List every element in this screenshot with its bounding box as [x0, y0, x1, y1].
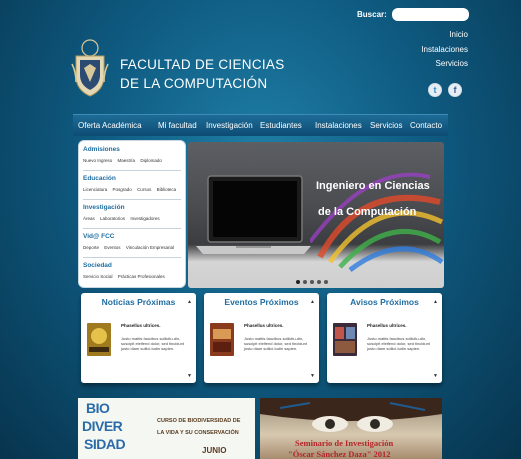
sidebar-link[interactable]: Nuevo Ingreso — [83, 158, 112, 163]
sidebar-link[interactable]: Maestría — [118, 158, 136, 163]
news-card-eventos: Eventos Próximos ▲ Phasellus ultrices. J… — [204, 293, 319, 383]
nav-investigacion[interactable]: Investigación — [206, 121, 253, 130]
sidebar-heading-admisiones[interactable]: Admisiones — [83, 146, 181, 153]
sidebar-heading-investigacion[interactable]: Investigación — [83, 204, 181, 211]
sidebar-heading-sociedad[interactable]: Sociedad — [83, 262, 181, 269]
twitter-icon[interactable]: t — [428, 83, 442, 97]
seminar-title: Seminario de Investigación — [295, 438, 394, 448]
sidebar-links-vida-fcc: Deporte Eventos Vinculación Empresarial — [83, 245, 181, 250]
sidebar-link[interactable]: Investigadores — [130, 216, 159, 221]
nav-servicios[interactable]: Servicios — [370, 121, 402, 130]
sidebar-divider — [83, 257, 181, 258]
slider-pagination — [296, 280, 328, 284]
sidebar-links-investigacion: Áreas Laboratorios Investigadores — [83, 216, 181, 221]
sidebar-link[interactable]: Cursos — [137, 187, 151, 192]
card-heading: Phasellus ultrices. — [121, 323, 161, 328]
sidebar-link[interactable]: Servicio Social — [83, 274, 113, 279]
sidebar-menu: Admisiones Nuevo Ingreso Maestría Diplom… — [78, 140, 186, 288]
featured-slider[interactable]: Ingeniero en Ciencias de la Computación — [188, 142, 444, 288]
slider-caption-line-1: Ingeniero en Ciencias — [316, 180, 430, 192]
arrow-up-icon[interactable]: ▲ — [433, 299, 438, 305]
sidebar-divider — [83, 199, 181, 200]
card-heading: Phasellus ultrices. — [367, 323, 407, 328]
sidebar-divider — [83, 170, 181, 171]
card-text: Justo mattis faucibus sollicitu-din, sus… — [244, 336, 307, 351]
slider-caption-line-2: de la Computación — [318, 206, 417, 218]
main-navbar: Oferta Académica Mi facultad Investigaci… — [73, 114, 448, 136]
sidebar-links-educacion: Licenciatura Posgrado Cursos Biblioteca — [83, 187, 181, 192]
sidebar-link[interactable]: Posgrado — [113, 187, 132, 192]
sidebar-heading-educacion[interactable]: Educación — [83, 175, 181, 182]
slider-dot[interactable] — [303, 280, 307, 284]
sidebar-links-admisiones: Nuevo Ingreso Maestría Diplomado — [83, 158, 181, 163]
bio-course-month: JUNIO — [202, 446, 227, 455]
nav-estudiantes[interactable]: Estudiantes — [260, 121, 302, 130]
sidebar-link[interactable]: Áreas — [83, 216, 95, 221]
card-thumbnail-notice — [333, 323, 357, 356]
slider-dot[interactable] — [317, 280, 321, 284]
card-text: Justo mattis faucibus sollicitu-din, sus… — [367, 336, 430, 351]
nav-instalaciones[interactable]: Instalaciones — [315, 121, 362, 130]
arrow-down-icon[interactable]: ▼ — [433, 373, 438, 379]
faculty-crest-logo[interactable] — [70, 38, 110, 98]
arrow-down-icon[interactable]: ▼ — [187, 373, 192, 379]
seminar-banner[interactable]: Seminario de Investigación "Óscar Sánche… — [260, 398, 442, 459]
nav-contacto[interactable]: Contacto — [410, 121, 442, 130]
top-link-servicios[interactable]: Servicios — [436, 59, 468, 68]
sidebar-link[interactable]: Deporte — [83, 245, 99, 250]
bio-word-2: DIVER — [82, 418, 123, 434]
card-title[interactable]: Noticias Próximas — [81, 297, 196, 307]
portrait-illustration — [260, 398, 442, 432]
card-title[interactable]: Avisos Próximos — [327, 297, 442, 307]
card-thumbnail-globe — [87, 323, 111, 356]
nav-mi-facultad[interactable]: Mi facultad — [158, 121, 197, 130]
sidebar-links-sociedad: Servicio Social Prácticas Profesionales — [83, 274, 181, 279]
bio-course-line-2: LA VIDA Y SU CONSERVACIÓN — [157, 430, 239, 436]
arrow-up-icon[interactable]: ▲ — [310, 299, 315, 305]
arrow-up-icon[interactable]: ▲ — [187, 299, 192, 305]
search-input[interactable] — [392, 8, 469, 21]
sidebar-link[interactable]: Biblioteca — [157, 187, 177, 192]
brand-line-1: FACULTAD DE CIENCIAS — [120, 57, 285, 72]
sidebar-link[interactable]: Diplomado — [140, 158, 162, 163]
nav-oferta-academica[interactable]: Oferta Académica — [78, 121, 142, 130]
card-thumbnail-event — [210, 323, 234, 356]
slider-dot[interactable] — [324, 280, 328, 284]
bio-word-3: SIDAD — [84, 436, 126, 452]
news-card-avisos: Avisos Próximos ▲ Phasellus ultrices. Ju… — [327, 293, 442, 383]
sidebar-link[interactable]: Eventos — [104, 245, 120, 250]
sidebar-divider — [83, 228, 181, 229]
card-text: Justo mattis faucibus sollicitu-din, sus… — [121, 336, 184, 351]
card-heading: Phasellus ultrices. — [244, 323, 284, 328]
facebook-icon[interactable]: f — [448, 83, 462, 97]
top-link-inicio[interactable]: Inicio — [449, 30, 468, 39]
top-link-instalaciones[interactable]: Instalaciones — [421, 45, 468, 54]
slider-dot[interactable] — [296, 280, 300, 284]
sidebar-link[interactable]: Laboratorios — [100, 216, 125, 221]
bio-word-1: BIO — [86, 400, 110, 416]
search-label: Buscar: — [357, 10, 387, 19]
faculty-brand-name: FACULTAD DE CIENCIAS DE LA COMPUTACIÓN — [120, 55, 285, 93]
brand-line-2: DE LA COMPUTACIÓN — [120, 76, 268, 91]
laptop-image — [196, 175, 311, 254]
sidebar-link[interactable]: Vinculación Empresarial — [126, 245, 174, 250]
sidebar-link[interactable]: Prácticas Profesionales — [118, 274, 165, 279]
sidebar-heading-vida-fcc[interactable]: Vid@ FCC — [83, 233, 181, 240]
arrow-down-icon[interactable]: ▼ — [310, 373, 315, 379]
biodiversity-course-banner[interactable]: BIO DIVER SIDAD CURSO DE BIODIVERSIDAD D… — [78, 398, 255, 459]
slider-dot[interactable] — [310, 280, 314, 284]
news-card-noticias: Noticias Próximas ▲ Phasellus ultrices. … — [81, 293, 196, 383]
card-title[interactable]: Eventos Próximos — [204, 297, 319, 307]
seminar-subtitle: "Óscar Sánchez Daza" 2012 — [288, 449, 391, 459]
sidebar-link[interactable]: Licenciatura — [83, 187, 107, 192]
bio-course-line-1: CURSO DE BIODIVERSIDAD DE — [157, 418, 241, 424]
